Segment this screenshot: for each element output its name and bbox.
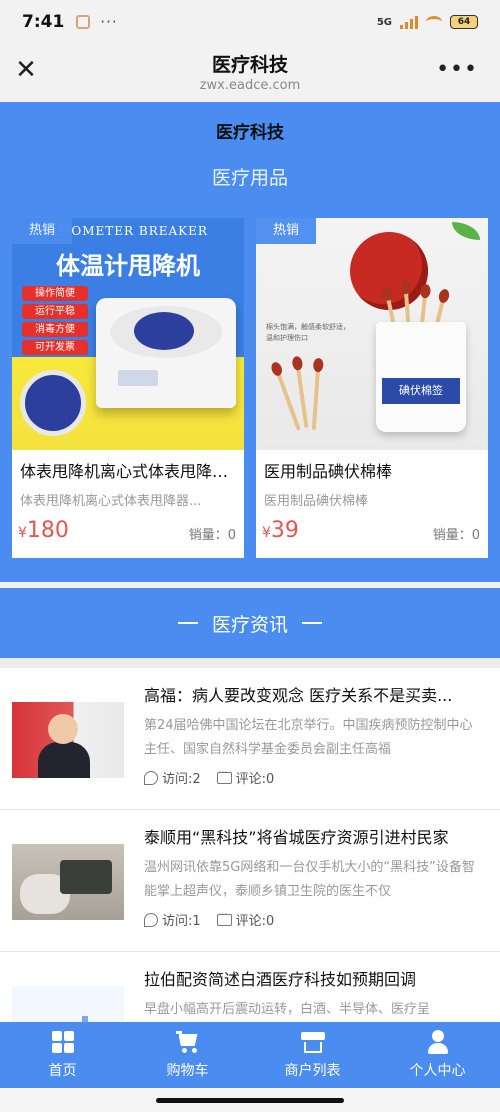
hot-badge: 热销 (12, 218, 72, 244)
news-thumbnail[interactable] (12, 844, 124, 920)
news-meta: 访问:1 评论:0 (144, 910, 484, 929)
news-headline[interactable]: 高福：病人要改变观念 医疗关系不是买卖... (144, 682, 484, 706)
news-headline[interactable]: 泰顺用“黑科技”将省城医疗资源引进村民家 (144, 824, 484, 848)
title-dash-right (302, 622, 322, 624)
price-value: 180 (26, 518, 69, 543)
more-notifications-icon: ··· (100, 13, 118, 31)
user-icon (426, 1030, 450, 1054)
visit-icon (144, 770, 158, 785)
news-summary: 温州网讯依靠5G网络和一台仅手机大小的“黑科技”设备智能掌上超声仪，泰顺乡镇卫生… (144, 860, 475, 899)
product-price: ¥180 (18, 518, 69, 543)
home-grid-icon (51, 1030, 75, 1054)
news-text: 泰顺用“黑科技”将省城医疗资源引进村民家 温州网讯依靠5G网络和一台仅手机大小的… (144, 824, 484, 929)
visit-count-text: 访问:1 (162, 914, 201, 929)
signal-icon (400, 15, 418, 29)
more-options-icon[interactable]: ••• (436, 56, 478, 84)
bottom-tab-bar: 首页 购物车 商户列表 个人中心 (0, 1022, 500, 1088)
jar-label: 碘伏棉签 (382, 378, 460, 404)
swab-jar: 碘伏棉签 (376, 322, 466, 432)
product-sales: 销量：0 (432, 528, 480, 543)
visit-count: 访问:1 (144, 910, 201, 929)
news-item[interactable]: 泰顺用“黑科技”将省城医疗资源引进村民家 温州网讯依靠5G网络和一台仅手机大小的… (0, 810, 500, 952)
wifi-icon (426, 16, 442, 28)
visit-count-text: 访问:2 (162, 772, 201, 787)
price-currency: ¥ (262, 525, 271, 541)
product-desc: 医用制品碘伏棉棒 (264, 494, 369, 509)
tab-label: 商户列表 (284, 1063, 341, 1079)
home-indicator[interactable] (156, 1098, 344, 1103)
news-text: 高福：病人要改变观念 医疗关系不是买卖... 第24届哈佛中国论坛在北京举行。中… (144, 682, 484, 787)
visit-icon (144, 912, 158, 927)
top-nav-bar: ✕ 医疗科技 zwx.eadce.com ••• (0, 44, 500, 102)
battery-icon: 64 (450, 15, 478, 29)
news-meta: 访问:2 评论:0 (144, 768, 484, 787)
hot-badge: 热销 (256, 218, 316, 244)
comment-count: 评论:0 (216, 768, 275, 787)
price-value: 39 (270, 518, 299, 543)
tab-cart[interactable]: 购物车 (125, 1022, 250, 1088)
news-summary: 第24届哈佛中国论坛在北京举行。中国疾病预防控制中心主任、国家自然科学基金委员会… (144, 718, 473, 757)
product-name[interactable]: 医用制品碘伏棉棒 (264, 458, 480, 482)
status-bar: 7:41 ··· 5G 64 (0, 0, 500, 44)
image-tag: 消毒方便 (22, 322, 88, 337)
product-card[interactable]: RMOMETER BREAKER 体温计甩降机 操作简便 运行平稳 消毒方便 可… (12, 218, 244, 558)
visit-count: 访问:2 (144, 768, 201, 787)
comment-icon (216, 910, 232, 926)
price-currency: ¥ (18, 525, 27, 541)
tab-profile[interactable]: 个人中心 (375, 1022, 500, 1088)
page-url: zwx.eadce.com (199, 78, 301, 93)
site-title: 医疗科技 (216, 123, 284, 143)
image-tag: 运行平稳 (22, 304, 88, 319)
cart-icon (175, 1030, 200, 1054)
centrifuge-image: RMOMETER BREAKER 体温计甩降机 操作简便 运行平稳 消毒方便 可… (12, 218, 244, 450)
network-type: 5G (376, 16, 392, 28)
page-title: 医疗科技 (211, 54, 288, 76)
status-time: 7:41 (22, 12, 65, 32)
products-section-title: 医疗用品 (211, 167, 288, 189)
news-thumbnail[interactable] (12, 702, 124, 778)
product-image[interactable]: RMOMETER BREAKER 体温计甩降机 操作简便 运行平稳 消毒方便 可… (12, 218, 244, 450)
status-right: 5G 64 (377, 15, 478, 29)
shop-icon (300, 1030, 325, 1054)
title-dash-left (177, 622, 198, 624)
news-item[interactable]: 高福：病人要改变观念 医疗关系不是买卖... 第24届哈佛中国论坛在北京举行。中… (0, 668, 500, 810)
notification-icon (76, 15, 91, 29)
image-heading-text: 体温计甩降机 (56, 252, 200, 280)
comment-icon (216, 768, 232, 784)
centrifuge-machine (96, 298, 236, 408)
image-tag: 可开发票 (22, 340, 88, 355)
product-price: ¥39 (262, 518, 299, 543)
news-section-header: 医疗资讯 (0, 588, 500, 658)
image-note-text: 棉头饱满，触感柔软舒适，温和护理伤口 (266, 323, 350, 342)
image-tag: 操作简便 (22, 286, 88, 301)
tab-label: 首页 (48, 1063, 77, 1079)
product-sales: 销量：0 (188, 528, 236, 543)
tab-home[interactable]: 首页 (0, 1022, 125, 1088)
tab-label: 个人中心 (409, 1063, 466, 1079)
product-image[interactable]: 棉头饱满，触感柔软舒适，温和护理伤口 碘伏棉签 热销 (256, 218, 488, 450)
section-divider (0, 658, 500, 668)
comment-count-text: 评论:0 (235, 914, 275, 929)
news-section-title: 医疗资讯 (211, 613, 288, 636)
cotton-swab-image: 棉头饱满，触感柔软舒适，温和护理伤口 碘伏棉签 (256, 218, 488, 450)
leaf-decoration (452, 222, 480, 240)
comment-count-text: 评论:0 (235, 772, 275, 787)
rotor-detail (20, 370, 86, 436)
product-name[interactable]: 体表甩降机离心式体表甩降器... (20, 458, 236, 482)
tab-merchants[interactable]: 商户列表 (250, 1022, 375, 1088)
comment-count: 评论:0 (216, 910, 275, 929)
product-card[interactable]: 棉头饱满，触感柔软舒适，温和护理伤口 碘伏棉签 热销 医用制品碘伏棉棒 医用制品… (256, 218, 488, 558)
news-headline[interactable]: 拉伯配资简述白酒医疗科技如预期回调 (144, 966, 484, 990)
home-indicator-area (0, 1088, 500, 1112)
product-desc: 体表甩降机离心式体表甩降器... (20, 494, 202, 509)
tab-label: 购物车 (166, 1063, 209, 1079)
